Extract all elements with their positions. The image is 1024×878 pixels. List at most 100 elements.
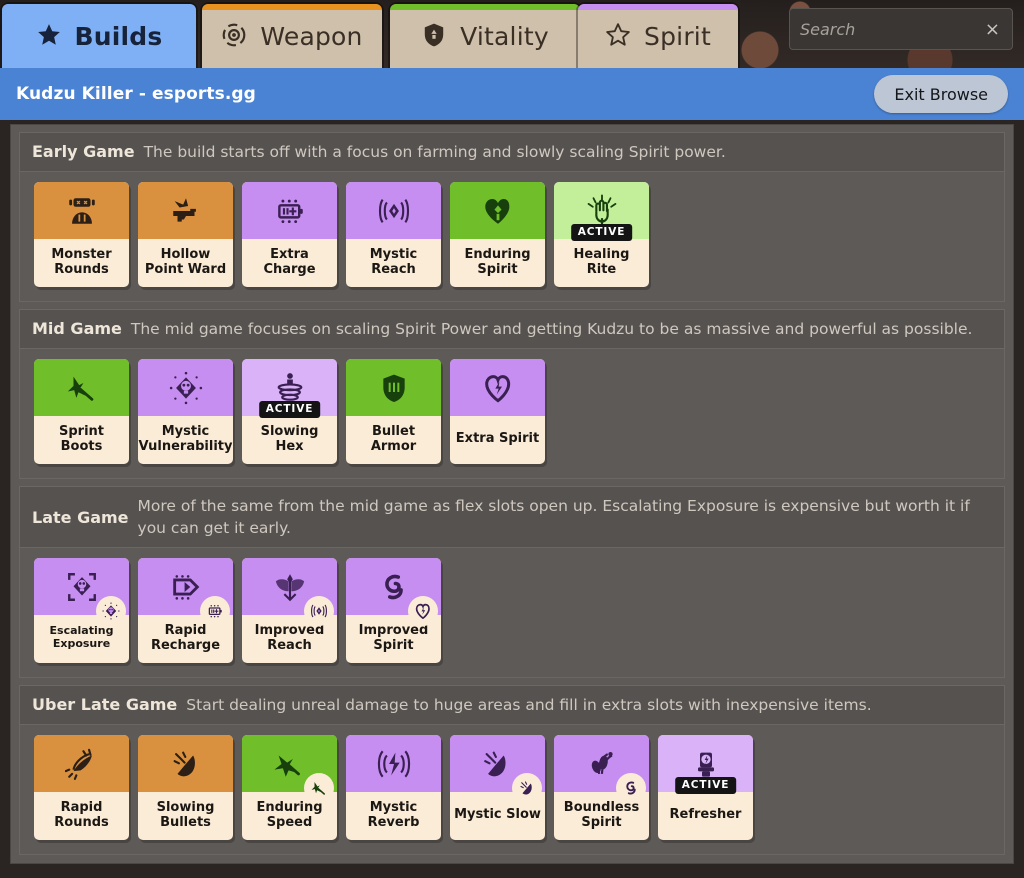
item-card[interactable]: Monster Rounds (34, 182, 129, 287)
item-card[interactable]: Rapid Recharge (138, 558, 233, 663)
item-card[interactable]: Improved Spirit (346, 558, 441, 663)
tab-accent-bar (2, 4, 196, 10)
tab-label: Spirit (644, 22, 711, 51)
item-name: Mystic Reach (346, 239, 441, 287)
section-early-game: Early Game The build starts off with a fo… (19, 132, 1005, 302)
section-title: Uber Late Game (32, 694, 177, 714)
item-card[interactable]: ACTIVERefresher (658, 735, 753, 840)
item-card[interactable]: ACTIVESlowing Hex (242, 359, 337, 464)
item-card[interactable]: Slowing Bullets (138, 735, 233, 840)
item-card[interactable]: Rapid Rounds (34, 735, 129, 840)
section-header: Mid GameThe mid game focuses on scaling … (20, 310, 1004, 349)
exit-browse-button[interactable]: Exit Browse (874, 75, 1008, 113)
item-card[interactable]: Extra Charge (242, 182, 337, 287)
item-card[interactable]: Boundless Spirit (554, 735, 649, 840)
monster-rounds-icon (34, 182, 129, 239)
item-card[interactable]: Hollow Point Ward (138, 182, 233, 287)
upgrade-sprint-boots-icon (304, 773, 334, 803)
enduring-spirit-icon (450, 182, 545, 239)
item-card[interactable]: Escalating Exposure (34, 558, 129, 663)
item-name: Mystic Vulnerability (138, 416, 233, 464)
item-card[interactable]: Bullet Armor (346, 359, 441, 464)
mystic-reverb-icon (346, 735, 441, 792)
build-sections-panel[interactable]: Early Game The build starts off with a fo… (10, 124, 1014, 864)
extra-charge-icon (242, 182, 337, 239)
tab-accent-bar (202, 4, 382, 10)
section-title: Early Game (32, 141, 135, 161)
section-description: Start dealing unreal damage to huge area… (186, 694, 871, 716)
star-filled-icon (36, 22, 64, 50)
item-name: Refresher (658, 792, 753, 840)
status-badge: ACTIVE (259, 401, 321, 418)
tab-accent-bar (390, 4, 580, 10)
tab-label: Weapon (260, 22, 362, 51)
section-mid-game: Mid GameThe mid game focuses on scaling … (19, 309, 1005, 479)
section-header: Late Game More of the same from the mid g… (20, 487, 1004, 548)
star-outline-icon (605, 22, 633, 50)
item-list: Rapid RoundsSlowing BulletsEnduring Spee… (20, 725, 1004, 854)
rapid-rounds-icon (34, 735, 129, 792)
upgrade-mystic-vulnerability-icon (96, 596, 126, 626)
item-name: Slowing Bullets (138, 792, 233, 840)
deadlock-builds-window: Builds Weapon Vitality Spirit Search × Kudz… (0, 0, 1024, 878)
tab-spirit[interactable]: Spirit (578, 4, 738, 68)
item-list: Monster RoundsHollow Point WardExtra Cha… (20, 172, 1004, 301)
item-card[interactable]: ACTIVEHealing Rite (554, 182, 649, 287)
tab-vitality[interactable]: Vitality (390, 4, 580, 68)
extra-spirit-icon (450, 359, 545, 416)
item-card[interactable]: Enduring Speed (242, 735, 337, 840)
item-name: Monster Rounds (34, 239, 129, 287)
section-description: The build starts off with a focus on far… (144, 141, 726, 163)
item-name: Extra Charge (242, 239, 337, 287)
section-title: Late Game (32, 507, 129, 527)
status-badge: ACTIVE (571, 224, 633, 241)
search-input[interactable]: Search (800, 20, 983, 39)
tab-builds[interactable]: Builds (2, 4, 196, 68)
section-header: Early Game The build starts off with a fo… (20, 133, 1004, 172)
item-name: Healing Rite (554, 239, 649, 287)
item-card[interactable]: Extra Spirit (450, 359, 545, 464)
hollow-point-ward-icon (138, 182, 233, 239)
section-late-game: Late Game More of the same from the mid g… (19, 486, 1005, 678)
item-card[interactable]: Enduring Spirit (450, 182, 545, 287)
item-name: Extra Spirit (450, 416, 545, 464)
item-card[interactable]: Mystic Slow (450, 735, 545, 840)
upgrade-mystic-reach-icon (304, 596, 334, 626)
item-card[interactable]: Mystic Reach (346, 182, 441, 287)
item-name: Enduring Spirit (450, 239, 545, 287)
search-box[interactable]: Search × (789, 8, 1013, 50)
tab-weapon[interactable]: Weapon (202, 4, 382, 68)
upgrade-improved-spirit-icon (616, 773, 646, 803)
item-list: Escalating ExposureRapid RechargeImprove… (20, 548, 1004, 677)
section-description: The mid game focuses on scaling Spirit P… (131, 318, 973, 340)
item-name: Mystic Reverb (346, 792, 441, 840)
tab-label: Builds (75, 22, 163, 51)
sprint-boots-icon (34, 359, 129, 416)
item-list: Sprint BootsMystic VulnerabilityACTIVESl… (20, 349, 1004, 478)
item-name: Hollow Point Ward (138, 239, 233, 287)
item-card[interactable]: Improved Reach (242, 558, 337, 663)
upgrade-slowing-bullets-icon (512, 773, 542, 803)
item-name: Sprint Boots (34, 416, 129, 464)
bullet-armor-icon (346, 359, 441, 416)
item-card[interactable]: Mystic Reverb (346, 735, 441, 840)
shield-icon (421, 22, 449, 50)
item-card[interactable]: Sprint Boots (34, 359, 129, 464)
tab-accent-bar (578, 4, 738, 10)
item-card[interactable]: Mystic Vulnerability (138, 359, 233, 464)
mystic-reach-icon (346, 182, 441, 239)
weapon-ring-icon (221, 22, 249, 50)
item-name: Bullet Armor (346, 416, 441, 464)
section-header: Uber Late Game Start dealing unreal damag… (20, 686, 1004, 725)
upgrade-extra-charge-icon (200, 596, 230, 626)
slowing-bullets-icon (138, 735, 233, 792)
build-header-bar: Kudzu Killer - esports.gg Exit Browse (0, 68, 1024, 120)
status-badge: ACTIVE (675, 777, 737, 794)
close-icon[interactable]: × (983, 19, 1002, 40)
item-name: Slowing Hex (242, 416, 337, 464)
page-title: Kudzu Killer - esports.gg (16, 84, 874, 104)
section-description: More of the same from the mid game as fl… (138, 495, 992, 539)
mystic-vulnerability-icon (138, 359, 233, 416)
section-uber-late-game: Uber Late Game Start dealing unreal damag… (19, 685, 1005, 855)
item-name: Rapid Rounds (34, 792, 129, 840)
